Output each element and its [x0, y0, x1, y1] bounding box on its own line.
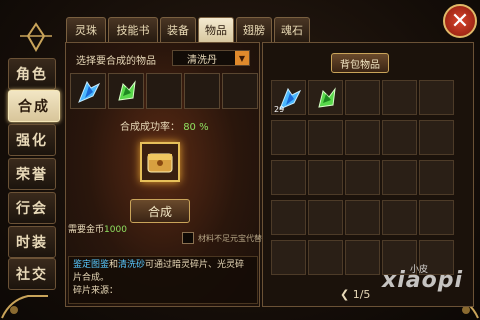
tab-wings[interactable]: 翅膀 [236, 17, 272, 42]
bag-slot[interactable] [271, 240, 306, 275]
bag-pager: ❮ 1/5 [340, 288, 370, 301]
blue-crystal-icon [78, 80, 101, 103]
side-tab-enhance[interactable]: 强化 [8, 124, 56, 156]
success-rate-label: 合成成功率： [120, 122, 180, 133]
bag-slot[interactable] [419, 120, 454, 155]
bag-slot[interactable] [419, 80, 454, 115]
material-slot[interactable] [222, 73, 258, 109]
bag-slot[interactable] [419, 160, 454, 195]
bag-slot[interactable] [345, 160, 380, 195]
gold-cost-value: 1000 [104, 225, 127, 235]
material-slot[interactable] [108, 73, 144, 109]
bag-slot[interactable] [345, 120, 380, 155]
side-tab-synthesis[interactable]: 合成 [8, 90, 60, 122]
side-tab-character[interactable]: 角色 [8, 58, 56, 90]
bag-slot[interactable] [308, 200, 343, 235]
side-tab-guild[interactable]: 行会 [8, 192, 56, 224]
synthesis-note: 鉴定图鉴和清洗砂可通过暗灵碎片、光灵碎片合成。 碎片来源： [68, 256, 258, 304]
green-crystal-icon [118, 80, 136, 101]
bag-slot[interactable] [308, 80, 343, 115]
note-highlight: 鉴定图鉴 [73, 260, 110, 270]
side-tab-social[interactable]: 社交 [8, 258, 56, 290]
page-indicator: 1/5 [352, 288, 371, 301]
bag-slot[interactable] [382, 120, 417, 155]
material-slot[interactable] [70, 73, 106, 109]
success-rate: 合成成功率： 80 % [120, 118, 209, 133]
bag-slot[interactable] [271, 200, 306, 235]
substitute-checkbox-label: 材料不足元宝代替 [198, 234, 262, 243]
game-window: 灵珠 技能书 装备 物品 翅膀 魂石 ✕ 角色 合成 强化 荣誉 行会 时装 社… [0, 0, 480, 320]
tab-equipment[interactable]: 装备 [160, 17, 196, 42]
ornament-icon [20, 22, 52, 52]
note-source-label: 碎片来源： [73, 286, 119, 296]
bag-slot[interactable] [308, 240, 343, 275]
material-slot[interactable] [184, 73, 220, 109]
bag-slot[interactable] [345, 80, 380, 115]
material-slot[interactable] [146, 73, 182, 109]
tab-skill-books[interactable]: 技能书 [108, 17, 158, 42]
bag-slot[interactable] [419, 200, 454, 235]
bag-title: 背包物品 [331, 53, 389, 73]
tab-items[interactable]: 物品 [198, 17, 234, 42]
corner-ornament-icon [1, 295, 48, 319]
note-highlight: 清洗砂 [118, 260, 146, 270]
select-item-label: 选择要合成的物品 [76, 56, 156, 67]
bag-slot[interactable] [345, 240, 380, 275]
bag-slot[interactable]: 29 [271, 80, 306, 115]
side-tab-honor[interactable]: 荣誉 [8, 158, 56, 190]
chevron-down-icon: ▼ [235, 51, 249, 65]
success-rate-value: 80 % [183, 122, 209, 133]
selected-item-label: 清洗丹 [187, 54, 217, 66]
substitute-checkbox[interactable] [182, 232, 194, 244]
gold-cost: 需要金币1000 [68, 222, 127, 235]
bag-slot[interactable] [382, 160, 417, 195]
prev-page-button[interactable]: ❮ [340, 288, 349, 301]
bag-slot[interactable] [382, 200, 417, 235]
note-text: 和 [109, 260, 119, 270]
item-count: 29 [274, 105, 285, 114]
tab-lingzhu[interactable]: 灵珠 [66, 17, 106, 42]
compose-button[interactable]: 合成 [130, 199, 190, 223]
watermark: xiaopi [382, 268, 463, 293]
close-button[interactable]: ✕ [443, 4, 477, 38]
side-tab-fashion[interactable]: 时装 [8, 226, 56, 258]
bag-slot[interactable] [308, 160, 343, 195]
tab-soul-stone[interactable]: 魂石 [274, 17, 310, 42]
bag-slot[interactable] [271, 160, 306, 195]
item-select-dropdown[interactable]: 清洗丹 ▼ [172, 50, 250, 66]
bag-slot[interactable] [271, 120, 306, 155]
treasure-icon [147, 153, 173, 173]
green-crystal-icon [318, 87, 336, 108]
bag-slot[interactable] [345, 200, 380, 235]
bag-slot[interactable] [308, 120, 343, 155]
result-slot[interactable] [140, 142, 180, 182]
bag-slot[interactable] [382, 80, 417, 115]
close-icon: ✕ [450, 8, 470, 34]
gold-cost-label: 需要金币 [68, 225, 105, 235]
